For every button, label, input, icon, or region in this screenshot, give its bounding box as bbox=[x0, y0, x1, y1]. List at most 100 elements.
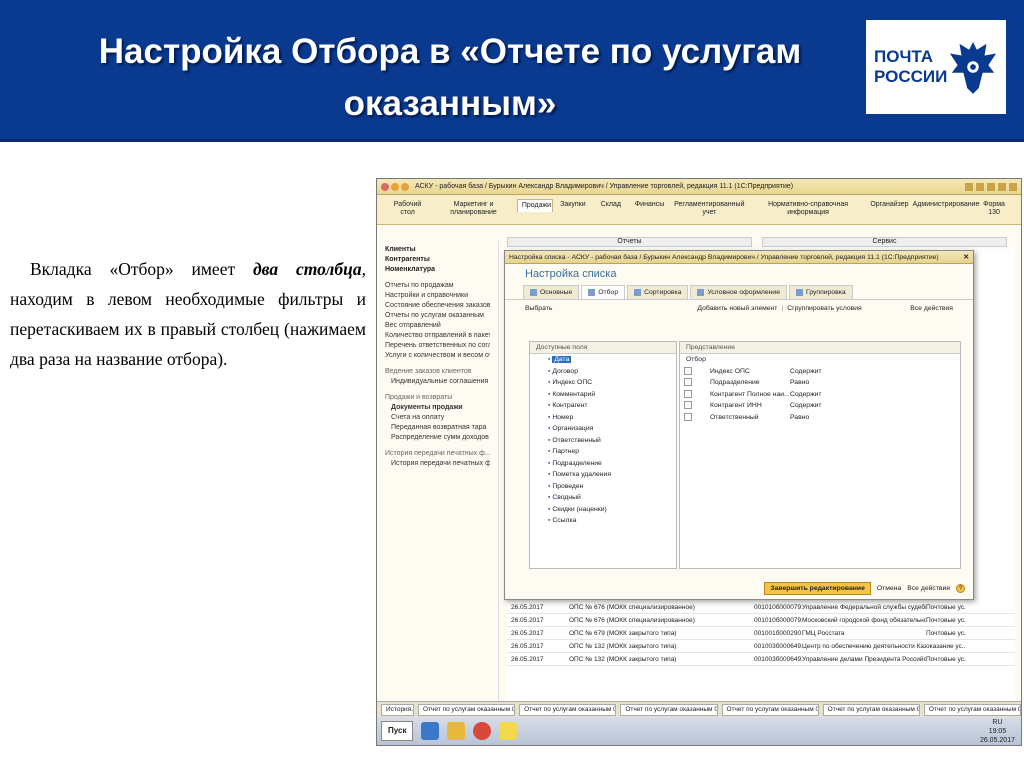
sidebar-report-0[interactable]: Отчеты по продажам bbox=[385, 281, 490, 291]
filter-tree: Отбор Индекс ОПС Содержит Подразделение Рав… bbox=[680, 354, 960, 423]
all-actions-menu[interactable]: Все действия bbox=[910, 305, 953, 312]
subtab-service[interactable]: Сервис bbox=[762, 237, 1007, 247]
tab-3[interactable]: Условное оформление bbox=[690, 285, 788, 299]
section-8[interactable]: Органайзер bbox=[866, 199, 908, 211]
tab-0[interactable]: Основные bbox=[523, 285, 580, 299]
available-field-item[interactable]: ▪ Организация bbox=[530, 423, 676, 435]
sidebar-report-3[interactable]: Отчеты по услугам оказанным bbox=[385, 311, 490, 321]
1c-icon[interactable] bbox=[421, 722, 440, 740]
start-button[interactable]: Пуск bbox=[381, 721, 414, 741]
tab-4[interactable]: Группировка bbox=[789, 285, 853, 299]
sidebar-main-2[interactable]: Номенклатура bbox=[385, 265, 490, 275]
section-1[interactable]: Маркетинг и планирование bbox=[432, 199, 515, 219]
sidebar-report-6[interactable]: Перечень ответственных по соглашениям bbox=[385, 341, 490, 351]
filter-checkbox[interactable] bbox=[684, 401, 692, 409]
help-icon[interactable]: ? bbox=[956, 584, 965, 593]
filter-item[interactable]: Индекс ОПС Содержит bbox=[680, 366, 960, 378]
available-fields-pane: Доступные поля ▪ Дата ▪ Договор ▪ Индекс О… bbox=[529, 341, 677, 569]
sidebar-sales-item-3[interactable]: Распределение сумм доходов на период bbox=[385, 433, 490, 443]
available-field-item[interactable]: ▪ Комментарий bbox=[530, 389, 676, 401]
section-3[interactable]: Закупки bbox=[555, 199, 591, 211]
cell-code: 001010б000079... bbox=[754, 603, 802, 611]
section-7[interactable]: Нормативно-справочная информация bbox=[752, 199, 865, 219]
available-field-item[interactable]: ▪ Контрагент bbox=[530, 400, 676, 412]
section-10[interactable]: Форма 130 bbox=[975, 199, 1013, 219]
available-field-item[interactable]: ▪ Скидки (наценки) bbox=[530, 504, 676, 516]
sidebar-history-item-0[interactable]: История передачи печатных форм bbox=[385, 459, 490, 469]
available-field-item[interactable]: ▪ Ответственный bbox=[530, 435, 676, 447]
available-field-item[interactable]: ▪ Индекс ОПС bbox=[530, 377, 676, 389]
section-4[interactable]: Склад bbox=[593, 199, 629, 211]
table-row[interactable]: 26.05.2017 ОПС № 676 (МОКК специализирова… bbox=[507, 614, 1015, 627]
sidebar-sales-item-0[interactable]: Документы продажи bbox=[385, 403, 490, 413]
sidebar-report-1[interactable]: Настройки и справочники bbox=[385, 291, 490, 301]
cancel-button[interactable]: Отмена bbox=[877, 585, 901, 592]
sidebar-sales-item-2[interactable]: Переданная возвратная тара bbox=[385, 423, 490, 433]
window-control-icons[interactable] bbox=[381, 182, 409, 191]
filter-item[interactable]: Контрагент ИНН Содержит bbox=[680, 400, 960, 412]
filter-root[interactable]: Отбор bbox=[680, 354, 960, 366]
open-window-4[interactable]: Отчет по услугам оказанным 001000... bbox=[721, 703, 819, 716]
filter-checkbox[interactable] bbox=[684, 412, 692, 421]
sidebar-report-4[interactable]: Вес отправлений bbox=[385, 321, 490, 331]
sidebar-report-7[interactable]: Услуги с количеством и весом отправле... bbox=[385, 351, 490, 361]
windows-taskbar: Пуск RU 19:05 26.05.2017 bbox=[377, 717, 1021, 745]
sidebar-main-1[interactable]: Контрагенты bbox=[385, 255, 490, 265]
section-5[interactable]: Финансы bbox=[631, 199, 667, 211]
slide-title: Настройка Отбора в «Отчете по услугам ок… bbox=[98, 32, 802, 123]
chrome-icon[interactable] bbox=[473, 722, 492, 740]
sidebar-orders-item-0[interactable]: Индивидуальные соглашения с клиент... bbox=[385, 377, 490, 387]
available-field-item[interactable]: ▪ Проведен bbox=[530, 481, 676, 493]
cell-ops: ОПС № 676 (МОКК специализированное) bbox=[569, 603, 695, 611]
finish-editing-button[interactable]: Завершить редактирование bbox=[764, 582, 871, 595]
open-window-1[interactable]: Отчет по услугам оказанным 001000... bbox=[417, 703, 516, 716]
available-field-item[interactable]: ▪ Номер bbox=[530, 412, 676, 424]
available-field-item[interactable]: ▪ Пометка удаления bbox=[530, 469, 676, 481]
filter-item[interactable]: Подразделение Равно bbox=[680, 377, 960, 389]
available-field-item[interactable]: ▪ Дата bbox=[530, 354, 676, 366]
available-field-item[interactable]: ▪ Подразделение bbox=[530, 458, 676, 470]
filter-item[interactable]: Ответственный Равно bbox=[680, 412, 960, 424]
table-row[interactable]: 26.05.2017 ОПС № 132 (МОКК закрытого типа… bbox=[507, 653, 1015, 666]
sidebar-main-0[interactable]: Клиенты bbox=[385, 245, 490, 255]
cell-type: оказание ус... bbox=[926, 642, 966, 650]
table-row[interactable]: 26.05.2017 ОПС № 676 (МОКК специализирова… bbox=[507, 601, 1015, 614]
section-9[interactable]: Администрирование bbox=[909, 199, 980, 211]
add-element-button[interactable]: Добавить новый элемент bbox=[697, 305, 777, 312]
toolbar-icons[interactable] bbox=[965, 182, 1021, 191]
document-rows: 26.05.2017 ОПС № 676 (МОКК специализирова… bbox=[507, 601, 1015, 666]
open-window-5[interactable]: Отчет по услугам оказанным 001000... bbox=[822, 703, 920, 716]
open-window-3[interactable]: Отчет по услугам оказанным 001000... bbox=[620, 703, 718, 716]
tab-2[interactable]: Сортировка bbox=[627, 285, 689, 299]
group-conditions-button[interactable]: Сгруппировать условия bbox=[787, 305, 862, 312]
subtab-reports[interactable]: Отчеты bbox=[507, 237, 752, 247]
tab-icon bbox=[588, 289, 596, 296]
table-row[interactable]: 26.05.2017 ОПС № 132 (МОКК закрытого типа… bbox=[507, 640, 1015, 653]
filter-checkbox[interactable] bbox=[684, 366, 692, 375]
cell-type: Почтовые ус... bbox=[926, 603, 966, 611]
section-0[interactable]: Рабочий стол bbox=[385, 199, 430, 219]
open-window-6[interactable]: Отчет по услугам оказанным 001003... bbox=[923, 703, 1021, 716]
tab-1[interactable]: Отбор bbox=[581, 285, 626, 299]
open-window-2[interactable]: Отчет по услугам оказанным 001000... bbox=[519, 703, 617, 716]
sidebar-report-2[interactable]: Состояние обеспечения заказов bbox=[385, 301, 490, 311]
1c-enterprise-icon[interactable] bbox=[499, 722, 518, 740]
filter-checkbox[interactable] bbox=[684, 378, 692, 386]
filter-checkbox[interactable] bbox=[684, 389, 692, 398]
sidebar-sales-item-1[interactable]: Счета на оплату bbox=[385, 413, 490, 423]
filter-item[interactable]: Контрагент Полное наи... Содержит bbox=[680, 389, 960, 401]
available-field-item[interactable]: ▪ Ссылка bbox=[530, 515, 676, 527]
section-6[interactable]: Регламентированный учет bbox=[669, 199, 750, 219]
cell-type: Почтовые ус... bbox=[926, 655, 966, 663]
available-field-item[interactable]: ▪ Сводный bbox=[530, 492, 676, 504]
section-2[interactable]: Продажи bbox=[516, 199, 553, 212]
footer-all-actions-menu[interactable]: Все действия bbox=[907, 585, 950, 592]
sidebar-report-5[interactable]: Количество отправлений в пакете bbox=[385, 331, 490, 341]
table-row[interactable]: 26.05.2017 ОПС № 679 (МОКК закрытого типа… bbox=[507, 627, 1015, 640]
explorer-icon[interactable] bbox=[447, 722, 466, 740]
open-window-0[interactable]: История... bbox=[381, 703, 414, 716]
field-label: Индекс ОПС bbox=[552, 379, 593, 386]
close-icon[interactable]: ✕ bbox=[963, 253, 969, 261]
available-field-item[interactable]: ▪ Договор bbox=[530, 366, 676, 378]
available-field-item[interactable]: ▪ Партнер bbox=[530, 446, 676, 458]
